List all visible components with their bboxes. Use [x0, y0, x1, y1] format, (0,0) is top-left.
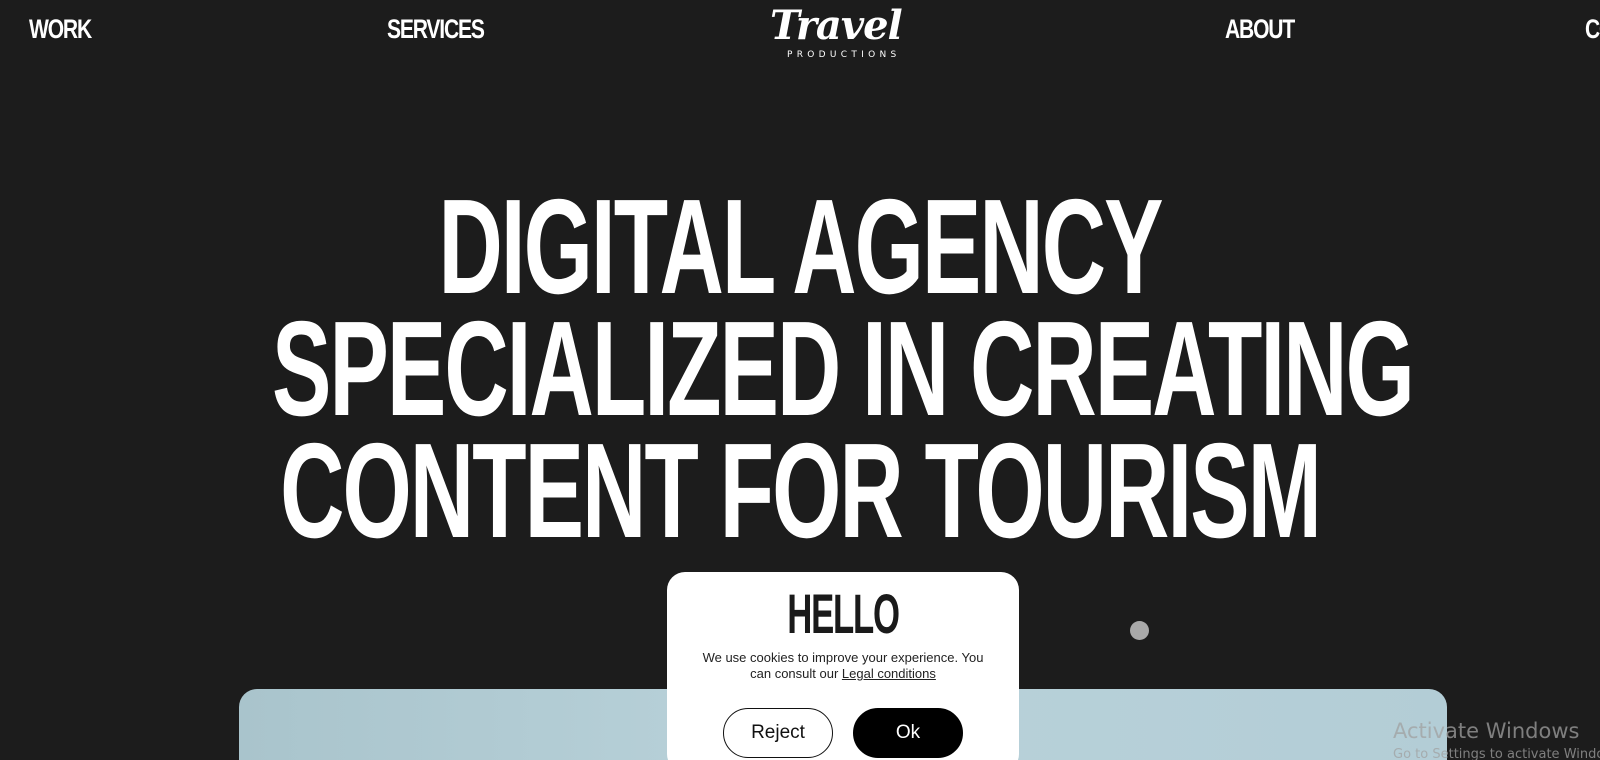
legal-conditions-link[interactable]: Legal conditions: [842, 666, 936, 681]
ok-button[interactable]: Ok: [853, 708, 963, 758]
cookie-consent-modal: HELLO We use cookies to improve your exp…: [667, 572, 1019, 760]
travel-productions-logo[interactable]: Travel PRODUCTIONS: [770, 4, 920, 64]
nav-services-link[interactable]: SERVICES: [387, 14, 485, 45]
reject-button[interactable]: Reject: [723, 708, 833, 758]
logo-subtitle: PRODUCTIONS: [787, 50, 901, 60]
nav-about-link[interactable]: ABOUT: [1225, 14, 1295, 45]
hero-heading: DIGITAL AGENCY SPECIALIZED IN CREATING C…: [0, 171, 1600, 566]
logo-wordmark: Travel: [770, 2, 903, 49]
hero-line-1: DIGITAL AGENCY: [438, 171, 1163, 322]
nav-work-link[interactable]: WORK: [29, 14, 92, 45]
hero-line-3: CONTENT FOR TOURISM: [280, 415, 1322, 566]
hero-line-2: SPECIALIZED IN CREATING: [272, 293, 1415, 444]
cookie-title: HELLO: [787, 582, 900, 645]
cursor-dot: [1130, 621, 1149, 640]
page: WORK SERVICES Travel PRODUCTIONS ABOUT C…: [0, 0, 1600, 760]
nav-contact-link[interactable]: CO: [1585, 14, 1600, 45]
cookie-message: We use cookies to improve your experienc…: [697, 650, 989, 682]
